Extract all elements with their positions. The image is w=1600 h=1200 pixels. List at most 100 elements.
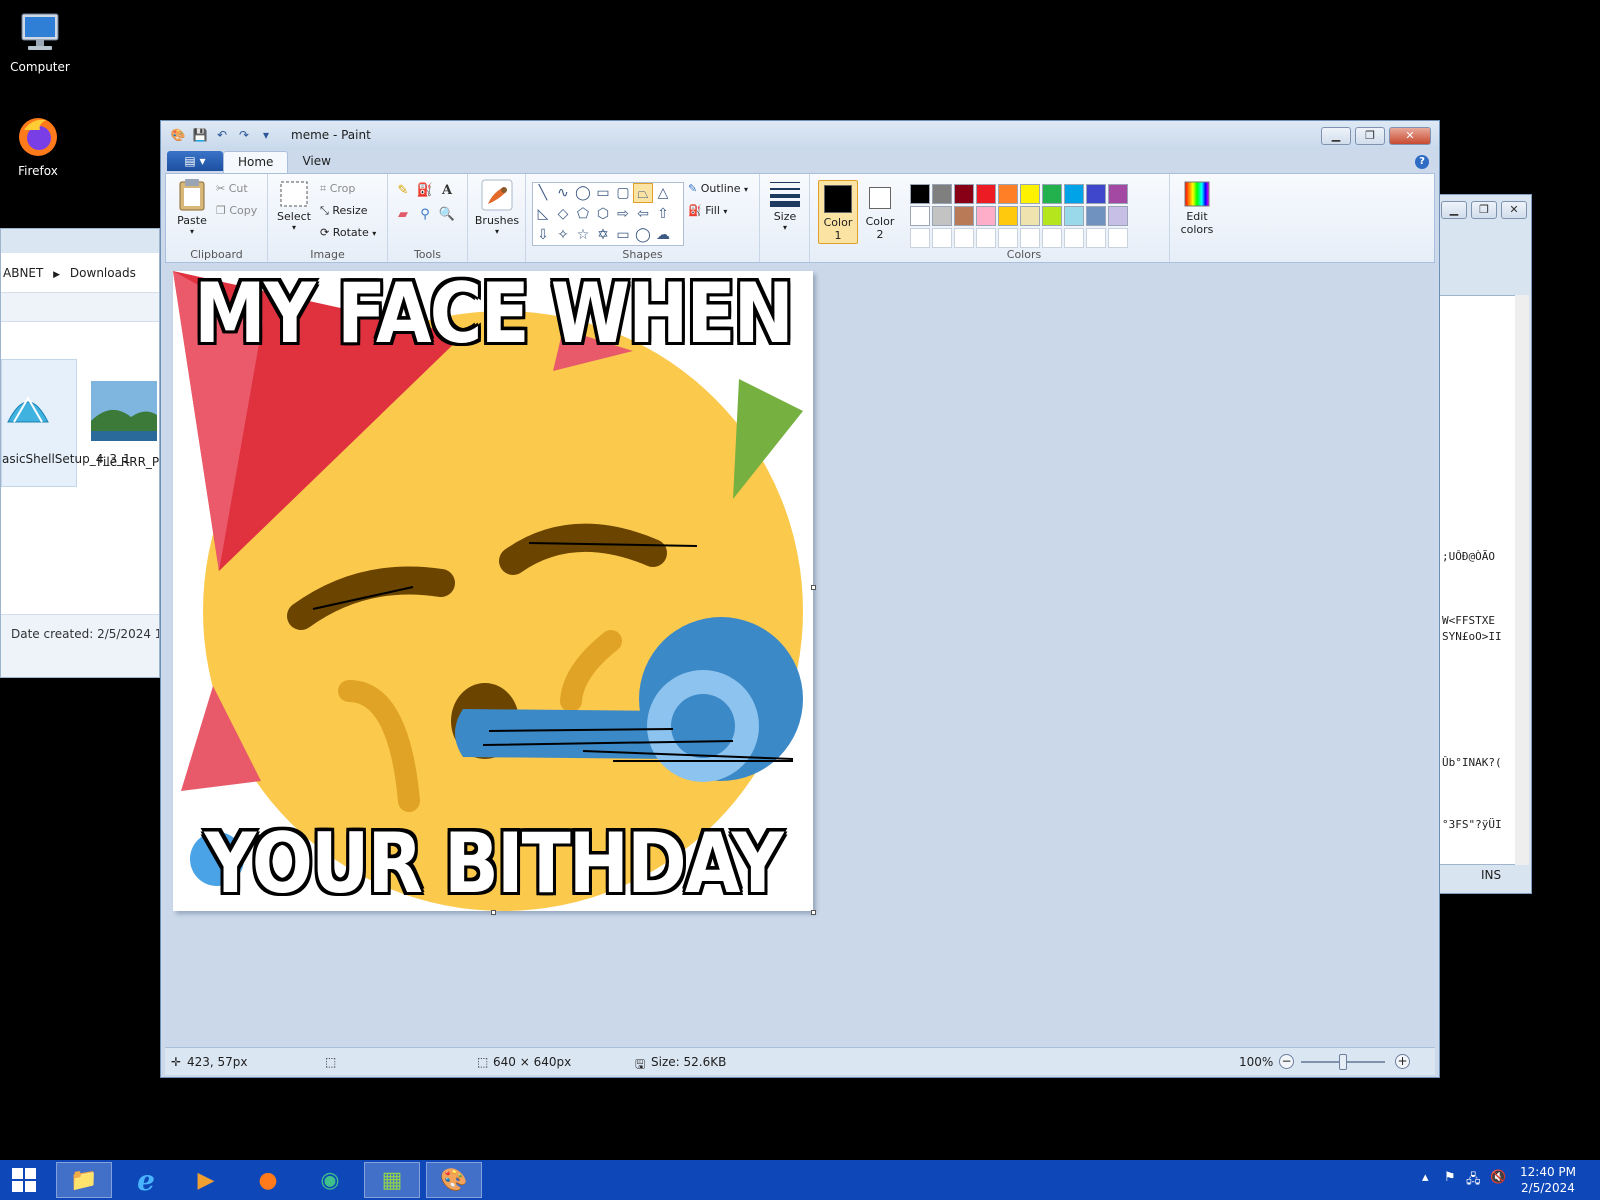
resize-handle-bottom[interactable] (491, 910, 496, 915)
down-arrow-shape-icon[interactable]: ⇩ (533, 225, 553, 245)
paste-button[interactable]: Paste ▾ (172, 178, 212, 236)
flag-icon[interactable]: ⚑ (1444, 1170, 1456, 1185)
palette-color-swatch[interactable] (998, 228, 1018, 248)
brushes-button[interactable]: Brushes ▾ (472, 178, 522, 236)
palette-color-swatch[interactable] (932, 228, 952, 248)
oval-callout-icon[interactable]: ◯ (633, 225, 653, 245)
palette-color-swatch[interactable] (1108, 206, 1128, 226)
rounded-rectangle-shape-icon[interactable]: ▢ (613, 183, 633, 203)
outline-button[interactable]: ✎ Outline ▾ (688, 182, 748, 195)
rotate-button[interactable]: ⟳ Rotate ▾ (320, 226, 376, 239)
right-arrow-shape-icon[interactable]: ⇨ (613, 204, 633, 224)
zoom-out-button[interactable]: − (1279, 1054, 1294, 1069)
tab-view[interactable]: View (288, 151, 344, 173)
rect-callout-icon[interactable]: ▭ (613, 225, 633, 245)
palette-color-swatch[interactable] (1086, 228, 1106, 248)
pencil-icon[interactable]: ✎ (394, 182, 412, 200)
taskbar-hex-editor[interactable]: ▦ (364, 1162, 420, 1198)
volume-muted-icon[interactable]: 🔇 (1490, 1170, 1506, 1185)
file-item[interactable]: File RRR_Po (91, 381, 159, 469)
close-button[interactable]: ✕ (1501, 201, 1527, 219)
palette-color-swatch[interactable] (1064, 184, 1084, 204)
rectangle-shape-icon[interactable]: ▭ (593, 183, 613, 203)
shapes-gallery[interactable]: ╲ ∿ ◯ ▭ ▢ ⏢ △ ◺ ◇ ⬠ ⬡ ⇨ ⇦ ⇧ ⇩ ✧ ☆ ✡ ▭ ◯ (532, 182, 684, 246)
vertical-scrollbar[interactable] (1515, 295, 1529, 865)
palette-color-swatch[interactable] (1020, 184, 1040, 204)
fill-bucket-icon[interactable]: ⛽ (416, 182, 434, 200)
zoom-in-button[interactable]: + (1395, 1054, 1410, 1069)
start-button[interactable] (0, 1162, 48, 1198)
five-point-star-icon[interactable]: ☆ (573, 225, 593, 245)
crop-button[interactable]: ⌗ Crop (320, 182, 355, 196)
palette-color-swatch[interactable] (910, 206, 930, 226)
show-hidden-icons[interactable]: ▴ (1422, 1170, 1429, 1185)
palette-color-swatch[interactable] (1042, 228, 1062, 248)
palette-color-swatch[interactable] (976, 184, 996, 204)
taskbar-app[interactable]: ◉ (302, 1162, 358, 1198)
zoom-slider-thumb[interactable] (1339, 1054, 1347, 1070)
taskbar-firefox[interactable]: ● (240, 1162, 296, 1198)
canvas-area[interactable]: MY FACE WHEN YOUR BITHDAY (165, 265, 1435, 1045)
oval-shape-icon[interactable]: ◯ (573, 183, 593, 203)
desktop-icon-computer[interactable]: Computer (0, 10, 80, 74)
undo-icon[interactable]: ↶ (213, 127, 231, 143)
palette-color-swatch[interactable] (954, 228, 974, 248)
breadcrumb-item[interactable]: ABNET (3, 266, 43, 280)
palette-color-swatch[interactable] (1086, 206, 1106, 226)
magnifier-icon[interactable]: 🔍 (438, 206, 456, 224)
taskbar-media-player[interactable]: ▶ (178, 1162, 234, 1198)
palette-color-swatch[interactable] (1020, 228, 1040, 248)
palette-color-swatch[interactable] (976, 228, 996, 248)
pentagon-shape-icon[interactable]: ⬠ (573, 204, 593, 224)
hex-editor-window[interactable]: ▁ ❐ ✕ ;UÔÐ@ÒÃO W<FFSTXE SYN£oO>II Ûb°INA… (1436, 194, 1532, 894)
explorer-window[interactable]: ABNET ▶ Downloads asicShellSetup_4_3_1 F… (0, 228, 160, 678)
curve-shape-icon[interactable]: ∿ (553, 183, 573, 203)
palette-color-swatch[interactable] (932, 184, 952, 204)
palette-color-swatch[interactable] (910, 184, 930, 204)
edit-colors-button[interactable]: Edit colors (1174, 180, 1220, 236)
text-tool-icon[interactable]: A (438, 182, 456, 200)
paint-window[interactable]: 🎨 💾 ↶ ↷ ▾ meme - Paint ▁ ❐ ✕ ▤ ▾ Home Vi… (160, 120, 1440, 1078)
breadcrumb-item[interactable]: Downloads (70, 266, 136, 280)
palette-color-swatch[interactable] (1064, 206, 1084, 226)
palette-color-swatch[interactable] (1064, 228, 1084, 248)
redo-icon[interactable]: ↷ (235, 127, 253, 143)
color-picker-icon[interactable]: ⚲ (416, 206, 434, 224)
palette-color-swatch[interactable] (1042, 206, 1062, 226)
paint-app-icon[interactable]: 🎨 (169, 127, 187, 143)
six-point-star-icon[interactable]: ✡ (593, 225, 613, 245)
file-menu-button[interactable]: ▤ ▾ (167, 151, 223, 171)
four-point-star-icon[interactable]: ✧ (553, 225, 573, 245)
hexagon-shape-icon[interactable]: ⬡ (593, 204, 613, 224)
palette-color-swatch[interactable] (1020, 206, 1040, 226)
triangle-shape-icon[interactable]: △ (653, 183, 673, 203)
palette-color-swatch[interactable] (976, 206, 996, 226)
maximize-button[interactable]: ❐ (1355, 127, 1385, 145)
palette-color-swatch[interactable] (910, 228, 930, 248)
size-button[interactable]: Size ▾ (766, 180, 804, 232)
palette-color-swatch[interactable] (1042, 184, 1062, 204)
minimize-button[interactable]: ▁ (1321, 127, 1351, 145)
cut-button[interactable]: ✂ Cut (216, 182, 248, 195)
fill-button[interactable]: ⛽ Fill ▾ (688, 204, 727, 217)
desktop-icon-firefox[interactable]: Firefox (0, 112, 78, 178)
drawing-canvas[interactable]: MY FACE WHEN YOUR BITHDAY (173, 271, 813, 911)
palette-color-swatch[interactable] (954, 206, 974, 226)
minimize-button[interactable]: ▁ (1441, 201, 1467, 219)
palette-color-swatch[interactable] (998, 184, 1018, 204)
customize-qa-icon[interactable]: ▾ (257, 127, 275, 143)
diamond-shape-icon[interactable]: ◇ (553, 204, 573, 224)
taskbar-internet-explorer[interactable]: e (118, 1162, 174, 1198)
close-button[interactable]: ✕ (1389, 127, 1431, 145)
restore-button[interactable]: ❐ (1471, 201, 1497, 219)
up-arrow-shape-icon[interactable]: ⇧ (653, 204, 673, 224)
palette-color-swatch[interactable] (1108, 184, 1128, 204)
resize-button[interactable]: ⤡ Resize (320, 204, 368, 218)
palette-color-swatch[interactable] (998, 206, 1018, 226)
taskbar-explorer[interactable]: 📁 (56, 1162, 112, 1198)
tab-home[interactable]: Home (223, 151, 289, 173)
eraser-icon[interactable]: ▰ (394, 206, 412, 224)
resize-handle-right[interactable] (811, 585, 816, 590)
color1-button[interactable]: Color 1 (818, 180, 858, 244)
line-shape-icon[interactable]: ╲ (533, 183, 553, 203)
